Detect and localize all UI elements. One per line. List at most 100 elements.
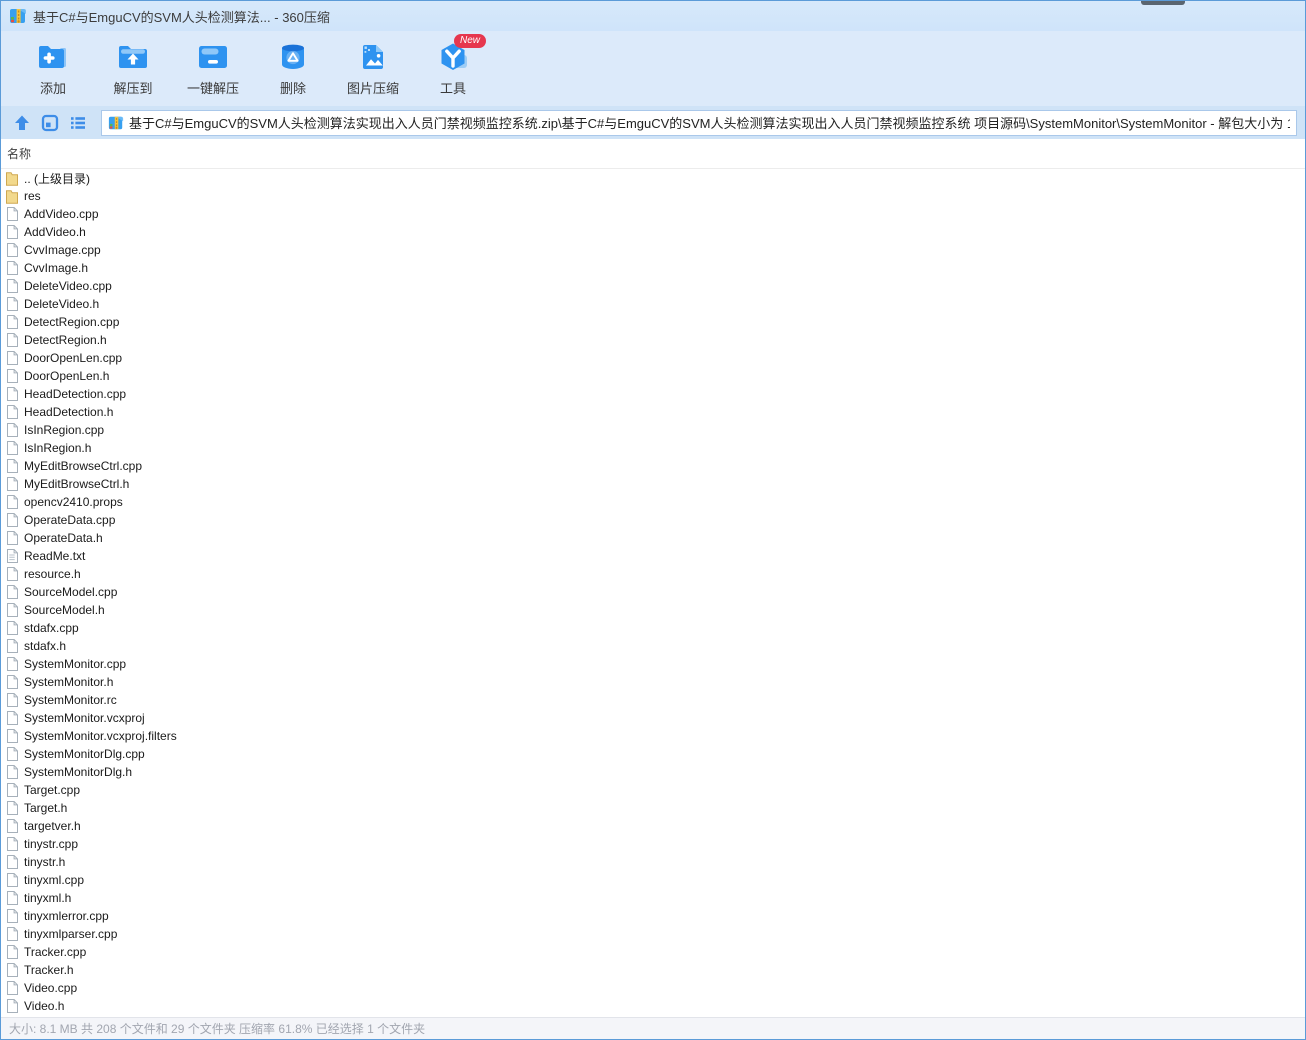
file-row[interactable]: stdafx.h — [1, 637, 1305, 655]
file-icon — [5, 872, 19, 888]
file-icon — [5, 386, 19, 402]
file-row[interactable]: MyEditBrowseCtrl.cpp — [1, 457, 1305, 475]
file-icon — [5, 926, 19, 942]
file-icon — [5, 800, 19, 816]
file-row[interactable]: AddVideo.cpp — [1, 205, 1305, 223]
file-icon — [5, 746, 19, 762]
file-row[interactable]: CvvImage.cpp — [1, 241, 1305, 259]
file-row[interactable]: opencv2410.props — [1, 493, 1305, 511]
file-row[interactable]: SourceModel.cpp — [1, 583, 1305, 601]
file-name: tinyxmlparser.cpp — [24, 927, 118, 941]
file-row[interactable]: res — [1, 187, 1305, 205]
file-icon — [5, 494, 19, 510]
address-bar[interactable]: 基于C#与EmguCV的SVM人头检测算法实现出入人员门禁视频监控系统.zip\… — [101, 109, 1297, 136]
file-icon — [5, 350, 19, 366]
file-row[interactable]: IsInRegion.h — [1, 439, 1305, 457]
preview-pane-icon[interactable] — [39, 112, 61, 134]
column-header-name[interactable]: 名称 — [1, 139, 1305, 169]
file-name: SystemMonitor.cpp — [24, 657, 127, 671]
file-row[interactable]: tinyxmlerror.cpp — [1, 907, 1305, 925]
toolbar-button-delete[interactable]: 删除 — [257, 37, 329, 101]
file-name: stdafx.h — [24, 639, 67, 653]
file-name: Video.h — [24, 999, 65, 1013]
file-row[interactable]: tinystr.h — [1, 853, 1305, 871]
toolbar-button-label: 一键解压 — [186, 81, 239, 96]
file-name: SystemMonitorDlg.cpp — [24, 747, 145, 761]
file-row[interactable]: targetver.h — [1, 817, 1305, 835]
file-name: targetver.h — [24, 819, 81, 833]
file-row[interactable]: Target.cpp — [1, 781, 1305, 799]
file-row[interactable]: Video.h — [1, 997, 1305, 1015]
text-file-icon — [5, 548, 19, 564]
file-icon — [5, 224, 19, 240]
toolbar-button-image-compress[interactable]: 图片压缩 — [337, 37, 409, 101]
file-row[interactable]: MyEditBrowseCtrl.h — [1, 475, 1305, 493]
toolbar-button-tools[interactable]: New 工具 — [417, 34, 489, 101]
file-row[interactable]: IsInRegion.cpp — [1, 421, 1305, 439]
file-row[interactable]: resource.h — [1, 565, 1305, 583]
file-name: SystemMonitor.vcxproj.filters — [24, 729, 177, 743]
file-row[interactable]: SystemMonitor.cpp — [1, 655, 1305, 673]
file-row[interactable]: tinystr.cpp — [1, 835, 1305, 853]
file-row[interactable]: .. (上级目录) — [1, 169, 1305, 187]
file-name: Video.cpp — [24, 981, 78, 995]
file-row[interactable]: SourceModel.h — [1, 601, 1305, 619]
file-name: DeleteVideo.cpp — [24, 279, 112, 293]
file-row[interactable]: tinyxml.h — [1, 889, 1305, 907]
file-icon — [5, 908, 19, 924]
toolbar-button-add[interactable]: 添加 — [17, 37, 89, 101]
file-row[interactable]: DetectRegion.h — [1, 331, 1305, 349]
file-row[interactable]: Target.h — [1, 799, 1305, 817]
file-row[interactable]: OperateData.cpp — [1, 511, 1305, 529]
toolbar-button-label: 图片压缩 — [346, 81, 399, 96]
file-icon — [5, 854, 19, 870]
window-title: 基于C#与EmguCV的SVM人头检测算法... - 360压缩 — [33, 9, 330, 25]
file-name: tinystr.h — [24, 855, 66, 869]
file-row[interactable]: DeleteVideo.h — [1, 295, 1305, 313]
file-icon — [5, 818, 19, 834]
file-row[interactable]: AddVideo.h — [1, 223, 1305, 241]
file-row[interactable]: stdafx.cpp — [1, 619, 1305, 637]
toolbar: 添加 解压到 一键解压 删除 图片压缩 New 工具 — [1, 31, 1305, 106]
file-row[interactable]: HeadDetection.h — [1, 403, 1305, 421]
file-row[interactable]: SystemMonitorDlg.cpp — [1, 745, 1305, 763]
file-row[interactable]: SystemMonitor.vcxproj — [1, 709, 1305, 727]
file-row[interactable]: OperateData.h — [1, 529, 1305, 547]
file-row[interactable]: DoorOpenLen.h — [1, 367, 1305, 385]
file-icon — [5, 278, 19, 294]
file-row[interactable]: DoorOpenLen.cpp — [1, 349, 1305, 367]
file-row[interactable]: SystemMonitor.rc — [1, 691, 1305, 709]
titlebar[interactable]: 基于C#与EmguCV的SVM人头检测算法... - 360压缩 — [1, 1, 1305, 31]
up-icon[interactable] — [11, 112, 33, 134]
file-icon — [5, 764, 19, 780]
file-icon — [5, 584, 19, 600]
file-name: tinystr.cpp — [24, 837, 79, 851]
file-name: MyEditBrowseCtrl.cpp — [24, 459, 143, 473]
toolbar-button-one-click-extract[interactable]: 一键解压 — [177, 37, 249, 101]
file-row[interactable]: Tracker.h — [1, 961, 1305, 979]
file-row[interactable]: SystemMonitor.h — [1, 673, 1305, 691]
toolbar-button-extract-to[interactable]: 解压到 — [97, 37, 169, 101]
one-click-extract-icon — [199, 46, 227, 68]
file-row[interactable]: SystemMonitorDlg.h — [1, 763, 1305, 781]
file-name: CvvImage.cpp — [24, 243, 101, 257]
file-row[interactable]: Tracker.cpp — [1, 943, 1305, 961]
file-name: tinyxml.cpp — [24, 873, 85, 887]
file-row[interactable]: CvvImage.h — [1, 259, 1305, 277]
file-row[interactable]: HeadDetection.cpp — [1, 385, 1305, 403]
file-row[interactable]: SystemMonitor.vcxproj.filters — [1, 727, 1305, 745]
new-badge: New — [453, 34, 486, 48]
file-row[interactable]: DeleteVideo.cpp — [1, 277, 1305, 295]
toolbar-button-label: 添加 — [39, 81, 66, 96]
toolbar-button-label: 删除 — [279, 81, 306, 96]
file-icon — [5, 404, 19, 420]
file-row[interactable]: tinyxmlparser.cpp — [1, 925, 1305, 943]
file-row[interactable]: tinyxml.cpp — [1, 871, 1305, 889]
file-row[interactable]: Video.cpp — [1, 979, 1305, 997]
file-name: DoorOpenLen.cpp — [24, 351, 123, 365]
status-text: 大小: 8.1 MB 共 208 个文件和 29 个文件夹 压缩率 61.8% … — [9, 1022, 426, 1036]
file-icon — [5, 980, 19, 996]
file-row[interactable]: DetectRegion.cpp — [1, 313, 1305, 331]
list-view-icon[interactable] — [67, 112, 89, 134]
file-row[interactable]: ReadMe.txt — [1, 547, 1305, 565]
